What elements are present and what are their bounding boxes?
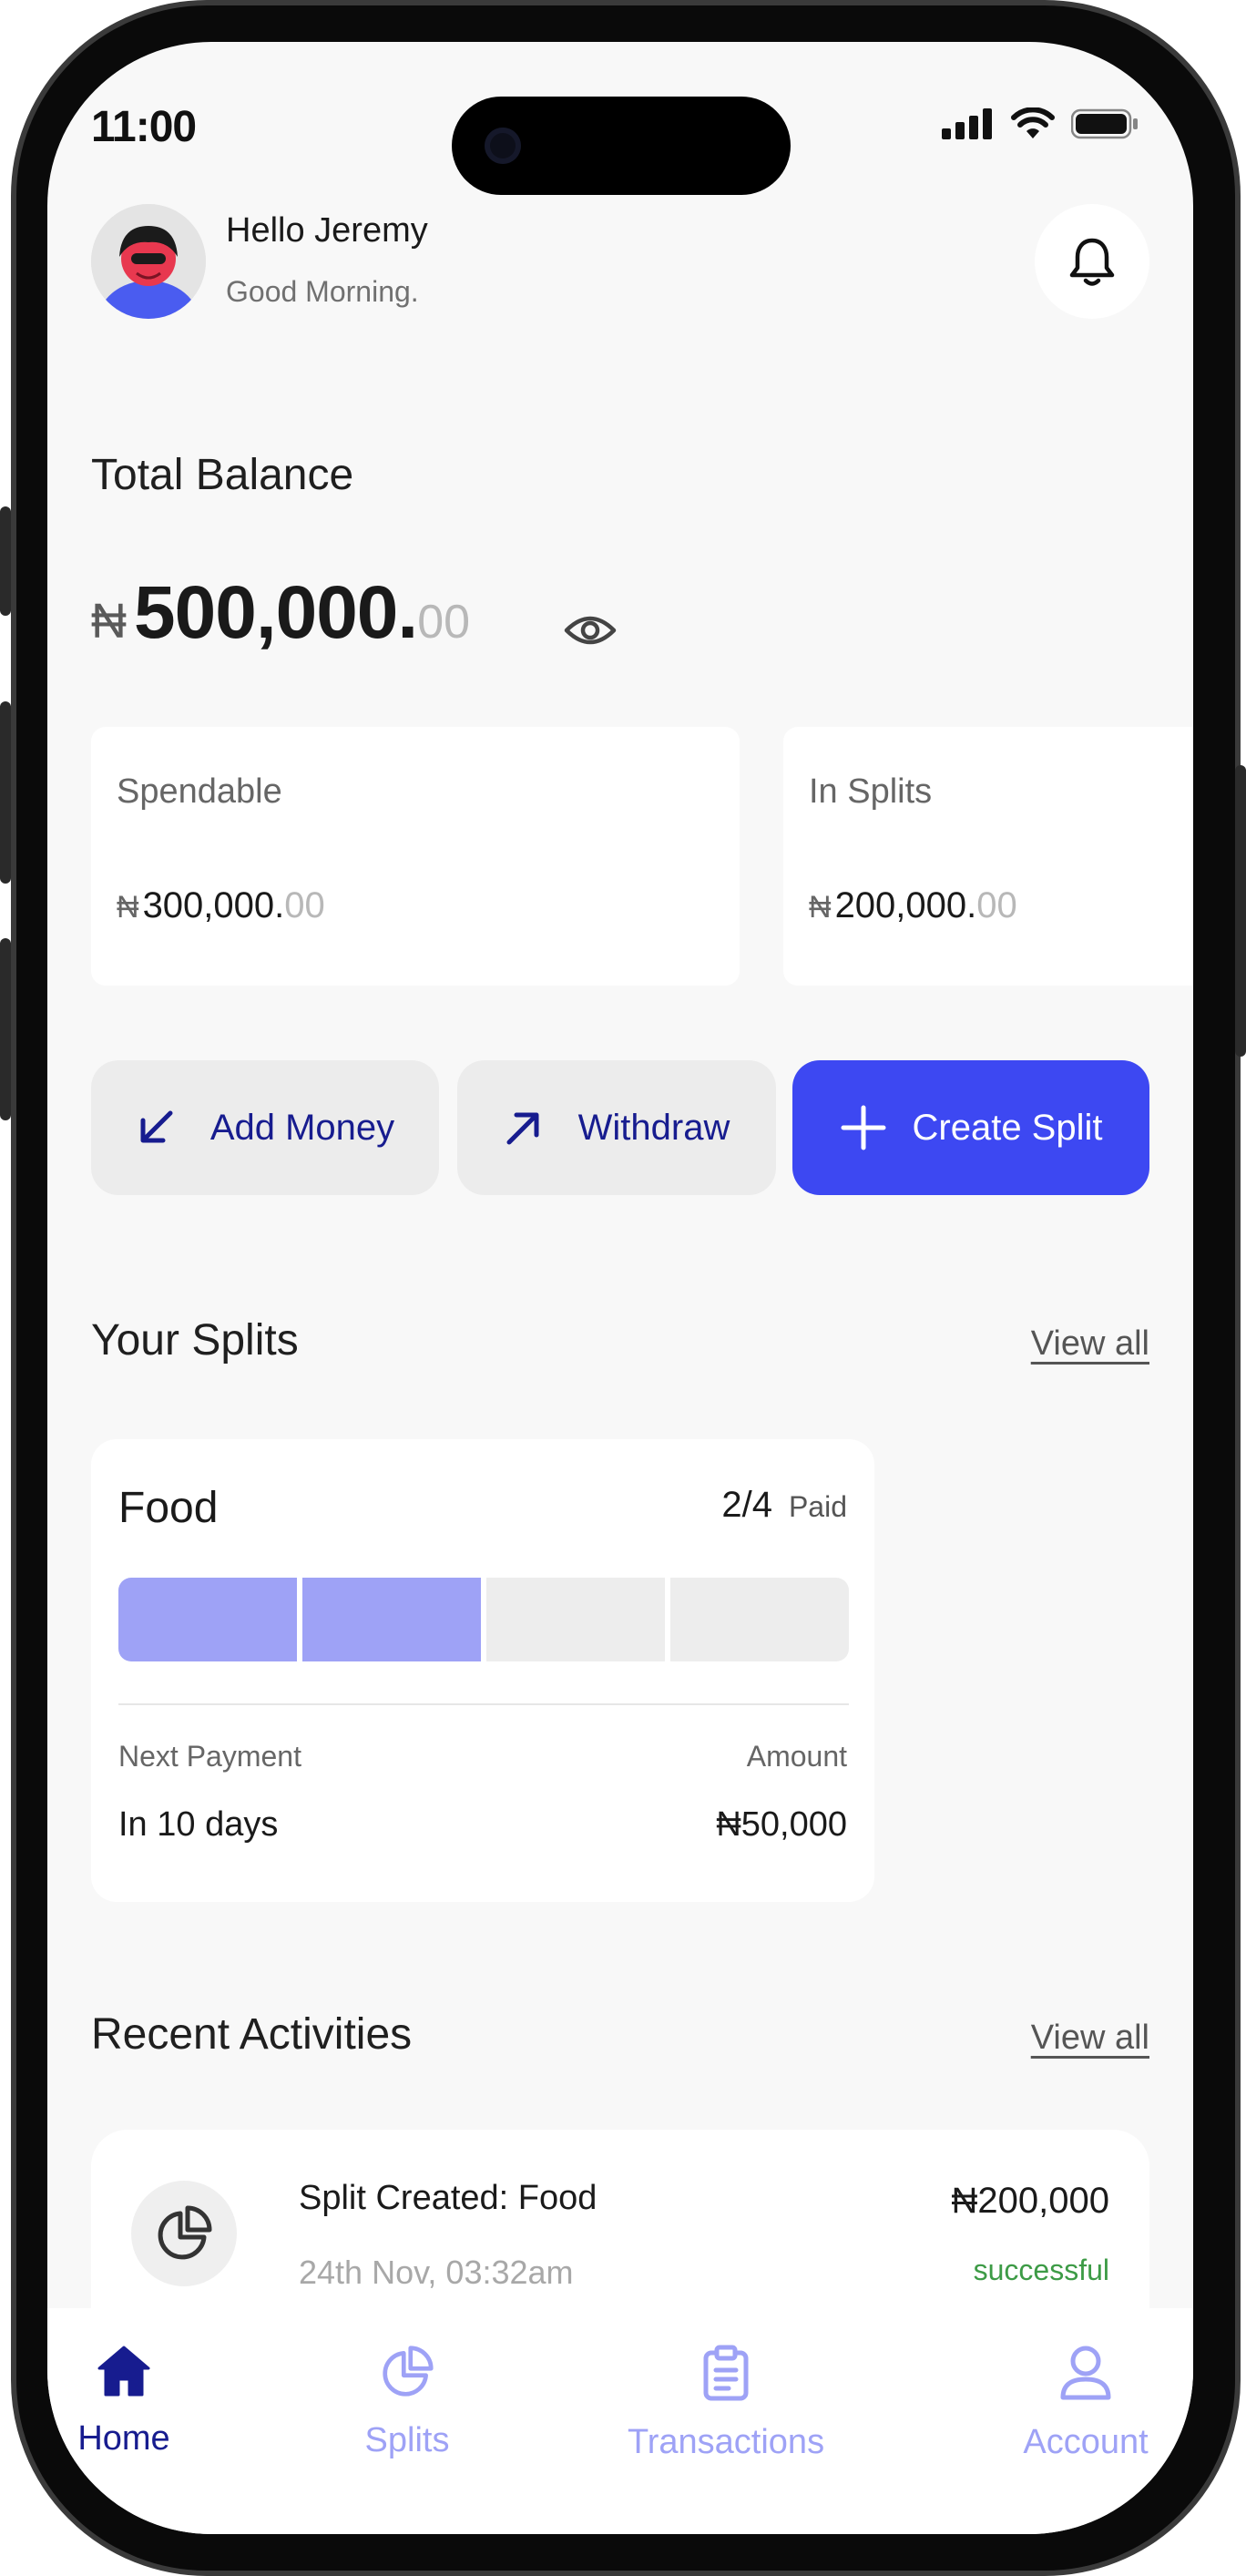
split-progress-segment bbox=[118, 1578, 297, 1661]
balance-currency: ₦ bbox=[91, 594, 127, 649]
amount-value: ₦50,000 bbox=[716, 1805, 847, 1844]
balance-whole: 500,000. bbox=[134, 571, 418, 654]
tab-transactions-label: Transactions bbox=[627, 2423, 825, 2461]
status-time: 11:00 bbox=[91, 103, 197, 151]
home-icon bbox=[97, 2346, 150, 2397]
activity-title: Split Created: Food bbox=[299, 2179, 597, 2217]
user-icon bbox=[1060, 2346, 1111, 2400]
split-paid-label: Paid bbox=[788, 1490, 847, 1523]
spendable-whole: 300,000. bbox=[142, 885, 285, 925]
amount-label: Amount bbox=[746, 1740, 847, 1773]
next-payment-label: Next Payment bbox=[118, 1740, 301, 1773]
splits-view-all-link[interactable]: View all bbox=[1031, 1324, 1149, 1364]
arrow-down-left-icon bbox=[140, 1110, 173, 1143]
add-money-label: Add Money bbox=[209, 1107, 395, 1148]
spendable-currency: ₦ bbox=[117, 890, 139, 925]
avatar-illustration-icon bbox=[91, 204, 206, 319]
eye-icon bbox=[564, 616, 617, 645]
signal-icon bbox=[942, 108, 992, 139]
action-button bbox=[0, 506, 11, 616]
battery-icon bbox=[1071, 108, 1138, 139]
spendable-amount: ₦ 300,000.00 bbox=[117, 885, 325, 926]
toggle-balance-visibility-button[interactable] bbox=[563, 610, 618, 655]
clipboard-icon bbox=[703, 2345, 749, 2401]
status-icons bbox=[942, 107, 1139, 140]
wifi-icon bbox=[1011, 107, 1055, 138]
your-splits-title: Your Splits bbox=[91, 1316, 299, 1365]
split-progress-segment bbox=[302, 1578, 481, 1661]
split-progress bbox=[118, 1578, 849, 1661]
spendable-card[interactable]: Spendable ₦ 300,000.00 bbox=[91, 727, 740, 986]
tab-account[interactable]: Account bbox=[1013, 2345, 1159, 2462]
bell-icon bbox=[1069, 238, 1115, 286]
pie-chart-icon bbox=[383, 2346, 434, 2397]
spendable-label: Spendable bbox=[117, 772, 282, 811]
app-screen: 11:00 Hello Jeremy Good Morning. Total B… bbox=[47, 42, 1193, 2534]
pie-chart-icon bbox=[158, 2205, 212, 2260]
balance-decimals: 00 bbox=[417, 596, 471, 649]
arrow-up-right-icon bbox=[506, 1112, 539, 1145]
avatar[interactable] bbox=[91, 204, 206, 319]
activities-view-all-link[interactable]: View all bbox=[1031, 2019, 1149, 2058]
activity-date: 24th Nov, 03:32am bbox=[299, 2254, 574, 2291]
tab-account-label: Account bbox=[1023, 2423, 1149, 2461]
in-splits-decimals: 00 bbox=[976, 885, 1017, 925]
recent-activities-title: Recent Activities bbox=[91, 2010, 413, 2059]
notifications-button[interactable] bbox=[1035, 204, 1149, 319]
split-progress-segment bbox=[486, 1578, 665, 1661]
tab-transactions[interactable]: Transactions bbox=[612, 2345, 840, 2462]
tab-home-label: Home bbox=[77, 2419, 170, 2458]
split-paid-count: 2/4 bbox=[721, 1485, 772, 1525]
tab-home[interactable]: Home bbox=[73, 2345, 175, 2458]
greeting-subtitle: Good Morning. bbox=[226, 275, 419, 308]
in-splits-label: In Splits bbox=[809, 772, 933, 811]
total-balance-title: Total Balance bbox=[91, 451, 354, 499]
create-split-button[interactable]: Create Split bbox=[792, 1060, 1149, 1195]
plus-icon bbox=[841, 1105, 885, 1150]
in-splits-card[interactable]: In Splits ₦ 200,000.00 bbox=[783, 727, 1193, 986]
split-name: Food bbox=[118, 1484, 219, 1532]
activity-status: successful bbox=[973, 2254, 1109, 2286]
activity-amount: ₦200,000 bbox=[951, 2181, 1109, 2221]
next-payment-value: In 10 days bbox=[118, 1805, 279, 1844]
activity-icon-wrap bbox=[131, 2181, 237, 2286]
split-paid-status: 2/4 Paid bbox=[721, 1485, 847, 1526]
in-splits-amount: ₦ 200,000.00 bbox=[809, 885, 1017, 926]
split-progress-segment bbox=[670, 1578, 849, 1661]
power-button bbox=[1235, 765, 1246, 1057]
volume-up-button bbox=[0, 701, 11, 884]
add-money-button[interactable]: Add Money bbox=[91, 1060, 439, 1195]
tab-splits-label: Splits bbox=[364, 2421, 450, 2459]
volume-down-button bbox=[0, 938, 11, 1120]
spendable-decimals: 00 bbox=[284, 885, 325, 925]
greeting-name: Hello Jeremy bbox=[226, 211, 428, 250]
bottom-tab-bar: Home Splits Transactions Account bbox=[47, 2308, 1193, 2534]
split-card[interactable]: Food 2/4 Paid Next Payment Amount In 10 … bbox=[91, 1439, 874, 1902]
total-balance-amount: ₦ 500,000. 00 bbox=[91, 570, 470, 656]
dynamic-island bbox=[452, 97, 791, 195]
front-camera bbox=[485, 128, 521, 164]
withdraw-label: Withdraw bbox=[577, 1107, 730, 1148]
withdraw-button[interactable]: Withdraw bbox=[457, 1060, 776, 1195]
in-splits-currency: ₦ bbox=[809, 890, 832, 925]
split-divider bbox=[118, 1703, 849, 1705]
in-splits-whole: 200,000. bbox=[834, 885, 977, 925]
create-split-label: Create Split bbox=[912, 1107, 1103, 1148]
tab-splits[interactable]: Splits bbox=[348, 2345, 466, 2460]
